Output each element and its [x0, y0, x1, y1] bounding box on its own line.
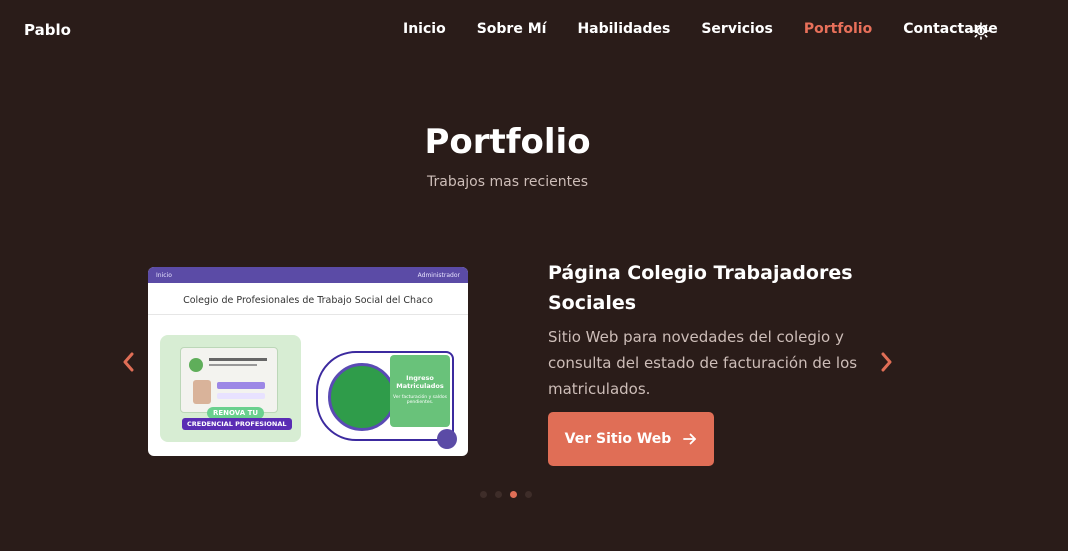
- section-subtitle: Trabajos mas recientes: [427, 174, 588, 190]
- carousel-dot[interactable]: [495, 491, 502, 498]
- carousel-dot[interactable]: [525, 491, 532, 498]
- carousel-dot-active[interactable]: [510, 491, 517, 498]
- ingreso-title: Ingreso Matriculados: [396, 374, 444, 390]
- screenshot-bar-right: Administrador: [417, 271, 460, 279]
- button-label: Ver Sitio Web: [564, 431, 672, 447]
- credential-photo: [193, 380, 211, 404]
- carousel-dots: [480, 491, 540, 498]
- chevron-left-icon[interactable]: [121, 350, 137, 374]
- credencial-label: CREDENCIAL PROFESIONAL: [182, 418, 292, 430]
- screenshot-body: RENOVA TU CREDENCIAL PROFESIONAL Ingreso…: [148, 315, 468, 455]
- ingreso-subtitle: Ver facturación y saldos pendientes.: [393, 394, 447, 405]
- nav-item-portfolio[interactable]: Portfolio: [804, 21, 872, 37]
- nav-item-sobre-mi[interactable]: Sobre Mí: [477, 21, 547, 37]
- project-description: Sitio Web para novedades del colegio y c…: [548, 328, 858, 398]
- credential-line: [209, 358, 267, 361]
- credential-card: [180, 347, 278, 413]
- credential-promo: RENOVA TU CREDENCIAL PROFESIONAL: [160, 335, 301, 442]
- chat-icon: [437, 429, 457, 449]
- credential-badge: [217, 382, 265, 389]
- ingreso-box: Ingreso Matriculados Ver facturación y s…: [390, 355, 450, 427]
- credential-logo: [189, 358, 203, 372]
- arrow-right-icon: [683, 433, 697, 445]
- nav-item-servicios[interactable]: Servicios: [701, 21, 772, 37]
- nav-item-habilidades[interactable]: Habilidades: [577, 21, 670, 37]
- sun-icon[interactable]: [972, 22, 990, 40]
- screenshot-heading: Colegio de Profesionales de Trabajo Soci…: [148, 283, 468, 315]
- section-title: Portfolio: [424, 122, 591, 162]
- ver-sitio-web-button[interactable]: Ver Sitio Web: [548, 412, 714, 466]
- nav-item-inicio[interactable]: Inicio: [403, 21, 446, 37]
- brand-logo[interactable]: Pablo: [24, 21, 71, 39]
- credential-field: [217, 393, 265, 399]
- carousel-dot[interactable]: [480, 491, 487, 498]
- college-seal: [328, 363, 396, 431]
- project-title: Página Colegio Trabajadores Sociales: [548, 262, 853, 314]
- chevron-right-icon[interactable]: [878, 350, 894, 374]
- credential-line: [209, 364, 257, 366]
- project-screenshot: Inicio Administrador Colegio de Profesio…: [148, 267, 468, 456]
- screenshot-topbar: Inicio Administrador: [148, 267, 468, 283]
- screenshot-bar-left: Inicio: [156, 271, 172, 279]
- matriculados-card: Ingreso Matriculados Ver facturación y s…: [316, 351, 454, 441]
- main-nav: Inicio Sobre Mí Habilidades Servicios Po…: [403, 21, 1029, 37]
